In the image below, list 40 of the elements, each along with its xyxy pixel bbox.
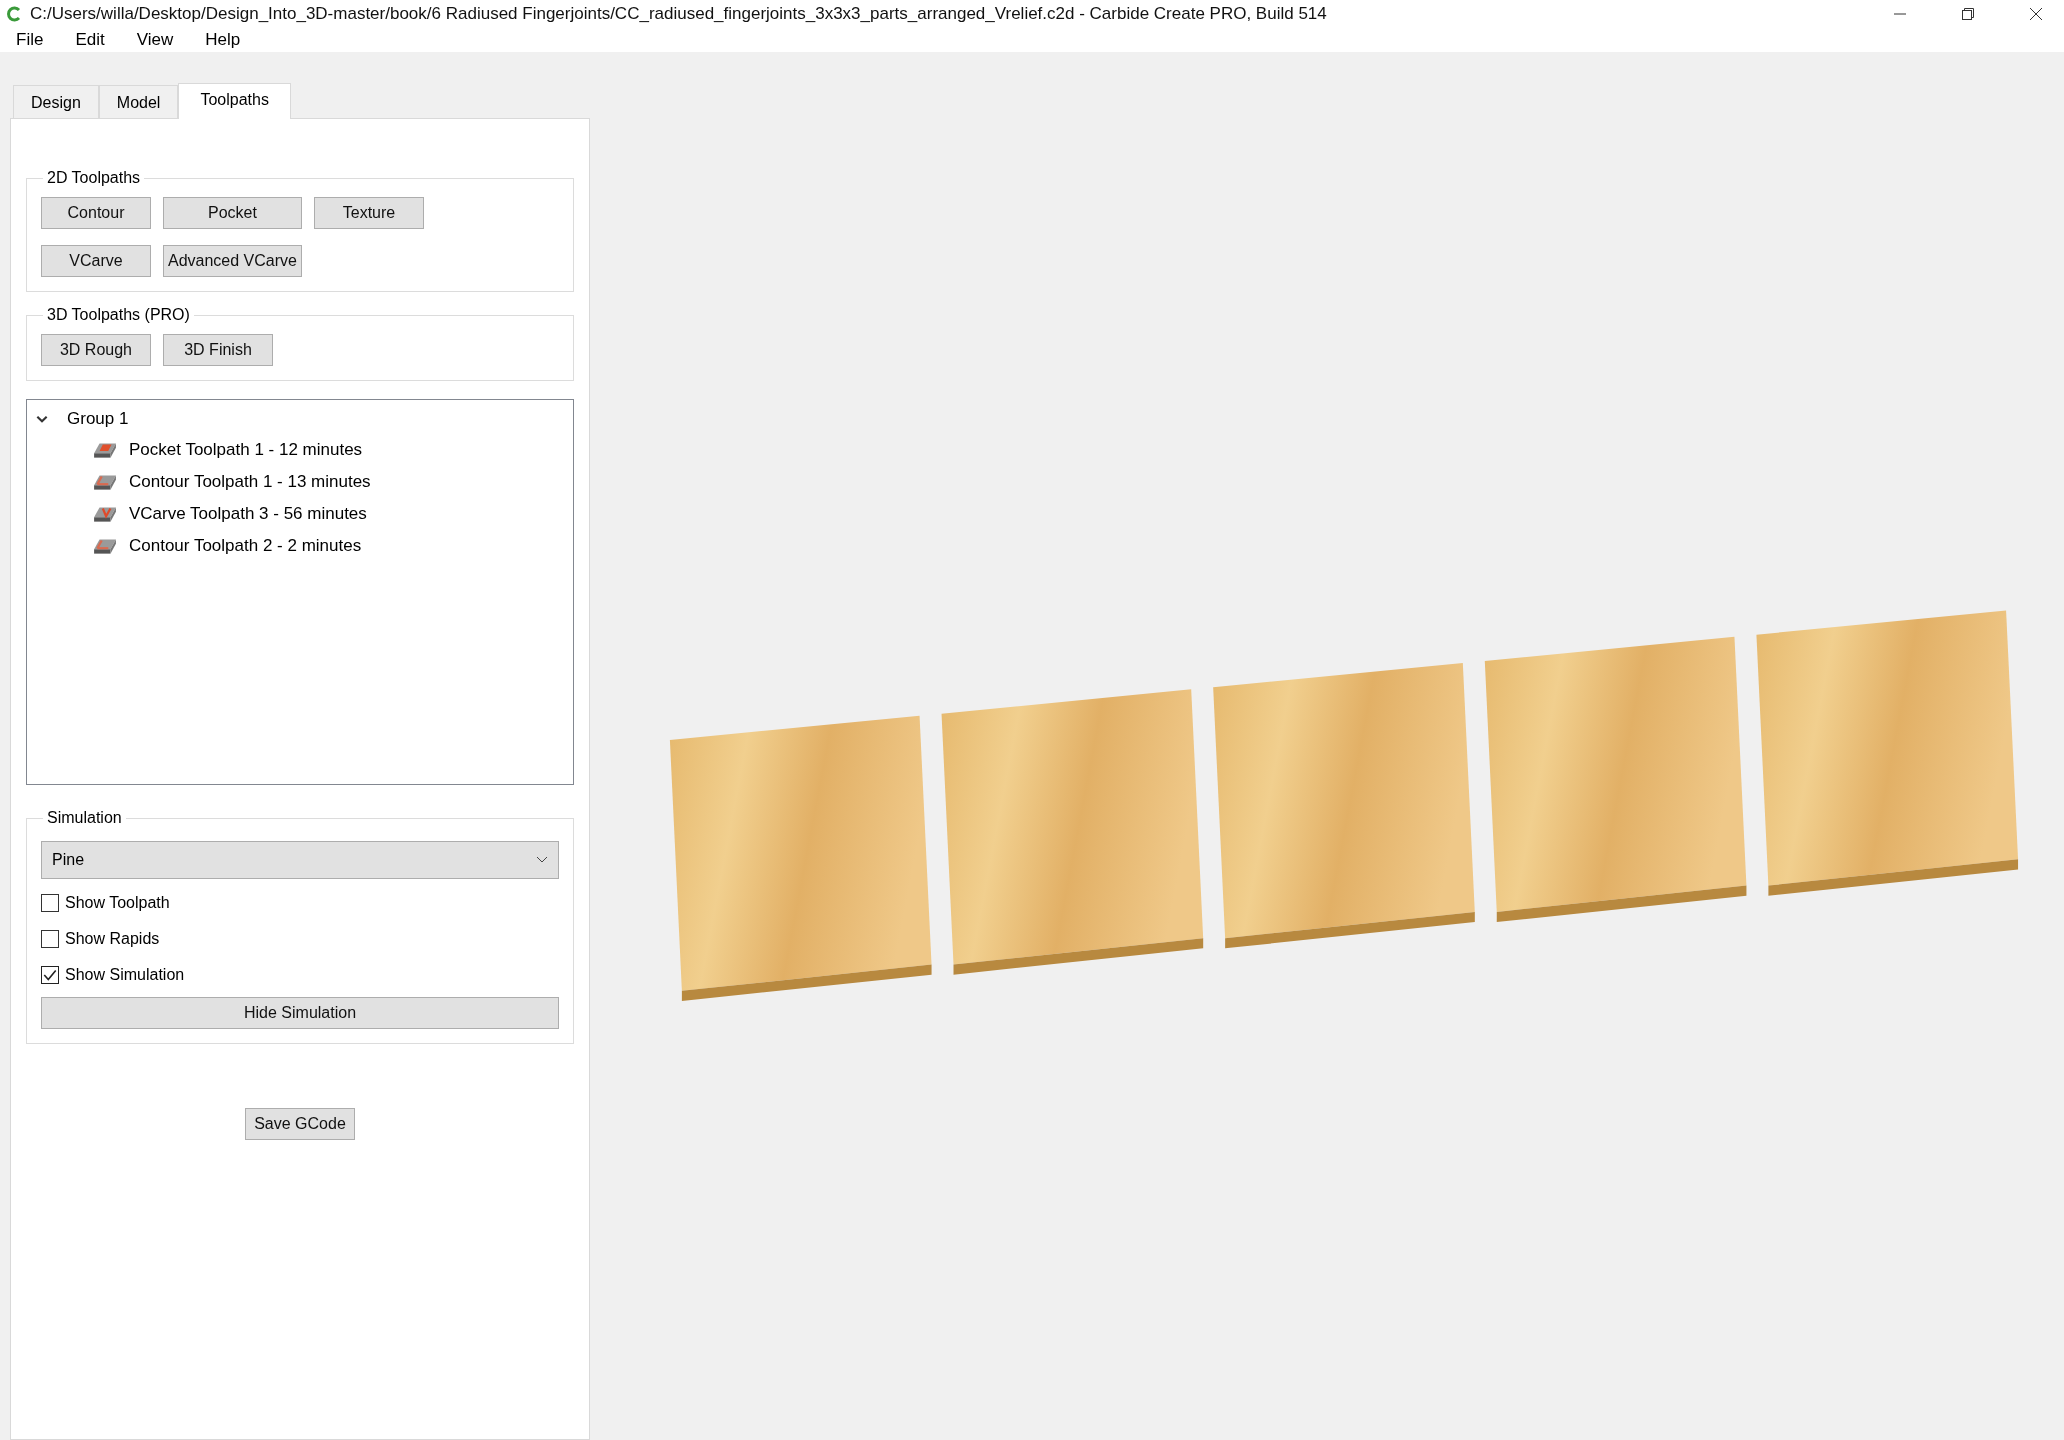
checkbox-label: Show Toolpath [65,894,170,912]
tree-item-label[interactable]: Pocket Toolpath 1 - 12 minutes [129,440,363,460]
menu-item[interactable]: Edit [75,29,105,50]
checkbox[interactable] [41,930,59,948]
group-title: 2D Toolpaths [46,169,142,187]
tree-item-label[interactable]: Contour Toolpath 2 - 2 minutes [129,536,362,556]
menu-item[interactable]: Help [205,29,241,50]
tab[interactable]: Toolpaths [178,83,291,119]
checkbox-label: Show Simulation [65,966,185,984]
window-title: C:/Users/willa/Desktop/Design_Into_3D-master/book/6 Radiused Fingerjoints/CC_radiused_fingerjoints_3x3x3_parts_arranged_Vrelief.c2d - Carbide Create PRO, Build 514 [30,3,1328,24]
toolpath-icon [93,440,117,460]
toolpath-icon [93,536,117,556]
material-dropdown[interactable]: Pine [41,841,559,879]
checkbox[interactable] [41,966,59,984]
checkbox[interactable] [41,894,59,912]
toolpath-button[interactable]: 3D Finish [163,334,273,366]
toolpath-button[interactable]: 3D Rough [41,334,151,366]
tab[interactable]: Design [13,85,99,118]
toolpath-icon [93,504,117,524]
tab[interactable]: Model [98,85,179,118]
checkbox-label: Show Rapids [65,930,160,948]
toolpath-button[interactable]: VCarve [41,245,151,277]
tree-group-label[interactable]: Group 1 [67,409,129,429]
menu-item[interactable]: File [16,29,44,50]
tree-item-label[interactable]: Contour Toolpath 1 - 13 minutes [129,472,371,492]
toolpath-icon [93,472,117,492]
app-logo-icon [6,5,22,22]
menu-item[interactable]: View [136,29,174,50]
chevron-down-icon [536,856,548,864]
toolpath-button[interactable]: Texture [313,197,424,229]
tree-item-label[interactable]: VCarve Toolpath 3 - 56 minutes [129,504,367,524]
group-title: 3D Toolpaths (PRO) [46,306,191,324]
close-icon[interactable] [2028,5,2044,22]
toolpath-button[interactable]: Pocket [163,197,302,229]
toolpath-button[interactable]: Advanced VCarve [163,245,302,277]
group-title: Simulation [46,809,123,827]
restore-icon[interactable] [1960,5,1976,22]
hide-simulation-button[interactable]: Hide Simulation [41,997,559,1029]
toolpath-button[interactable]: Contour [41,197,151,229]
save-gcode-button[interactable]: Save GCode [245,1108,355,1140]
